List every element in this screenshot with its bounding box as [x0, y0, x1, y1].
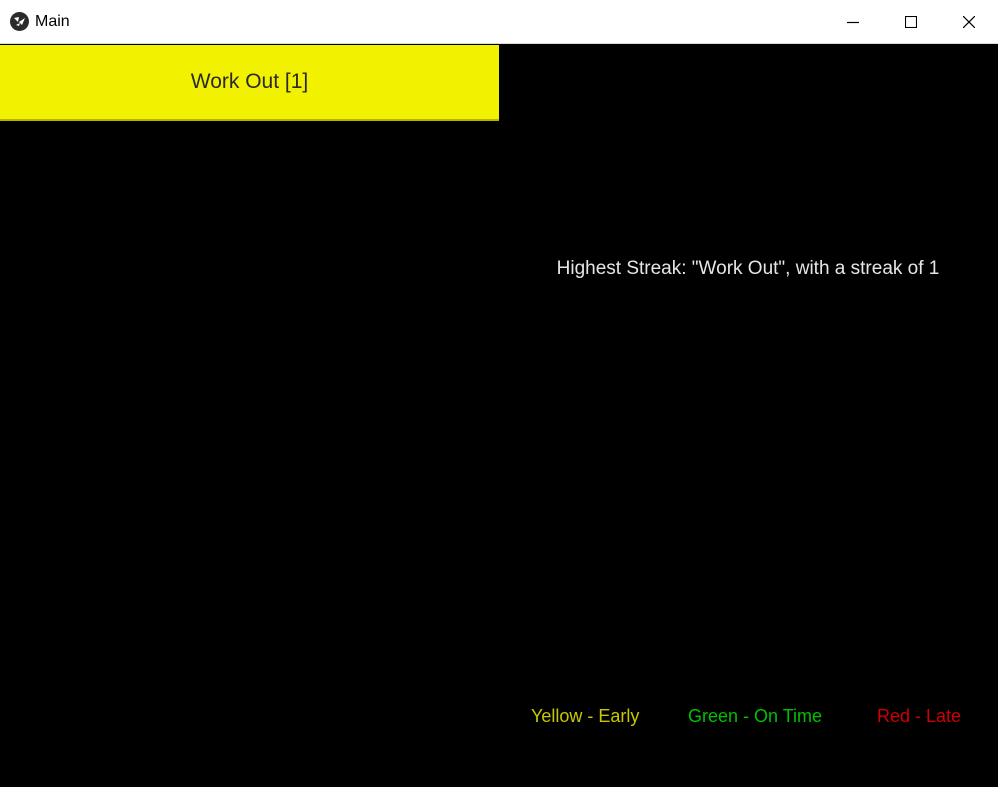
app-icon [10, 12, 29, 31]
close-button[interactable] [940, 0, 998, 44]
minimize-icon [847, 21, 859, 24]
habit-button-work-out[interactable]: Work Out [1] [0, 45, 499, 121]
habit-button-label: Work Out [1] [190, 70, 309, 93]
minimize-button[interactable] [824, 0, 882, 44]
app-window: Main Work Out [1] Highest Streak: "Work … [0, 0, 998, 787]
highest-streak-label: Highest Streak: "Work Out", with a strea… [556, 258, 940, 279]
legend-on-time: Green - On Time [688, 706, 823, 726]
legend-late: Red - Late [877, 706, 962, 726]
legend-early: Yellow - Early [531, 706, 640, 726]
maximize-button[interactable] [882, 0, 940, 44]
maximize-icon [905, 16, 917, 28]
close-icon [963, 16, 975, 28]
window-title: Main [35, 13, 70, 30]
title-bar[interactable]: Main [0, 0, 998, 44]
